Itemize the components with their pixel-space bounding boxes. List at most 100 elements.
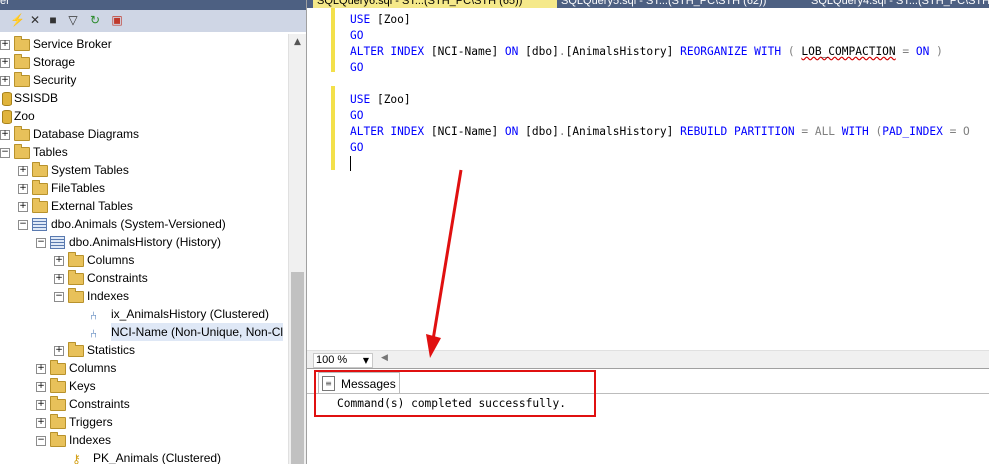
tree-node-label: System Tables — [51, 163, 129, 177]
refresh-icon[interactable]: ↻ — [88, 13, 102, 27]
scroll-left-icon[interactable]: ◀ — [381, 353, 388, 363]
code-token: [AnimalsHistory] — [565, 125, 681, 138]
code-token: ON — [504, 45, 526, 58]
collapse-icon[interactable]: − — [0, 148, 10, 158]
expand-icon[interactable]: + — [0, 40, 10, 50]
code-token: = — [801, 125, 815, 138]
tree-node-label: External Tables — [51, 199, 133, 213]
tree-node-label: SSISDB — [14, 91, 59, 105]
connect-icon[interactable]: ⚡ — [10, 13, 25, 27]
object-explorer-header: er — [0, 0, 306, 10]
index-icon: ⑃ — [90, 309, 98, 323]
folder-icon — [14, 144, 30, 159]
query-editor[interactable]: USE [Zoo] GO ALTER INDEX [NCI-Name] ON [db… — [307, 8, 989, 350]
code-line: USE [Zoo] — [350, 12, 411, 28]
code-token: GO — [350, 29, 364, 42]
tab-query[interactable]: SQLQuery5.sql - ST...(STH_PC\STH (62)) — [557, 0, 791, 8]
code-token: REBUILD PARTITION — [680, 125, 802, 138]
code-token: ) — [929, 45, 943, 58]
code-token: [dbo] — [525, 125, 559, 138]
code-token: PAD_INDEX — [882, 125, 950, 138]
folder-icon — [14, 72, 30, 87]
editor-horizontal-scrollbar[interactable]: 100 % ▼ ◀ — [307, 350, 989, 368]
tree-node-label: Constraints — [69, 397, 130, 411]
code-line: USE [Zoo] — [350, 92, 411, 108]
zoom-value: 100 % — [316, 354, 348, 366]
code-token: [Zoo] — [376, 13, 411, 26]
text-caret — [350, 156, 351, 171]
tree-node-label: Statistics — [87, 343, 136, 357]
folder-icon — [68, 288, 84, 303]
tab-query[interactable]: SQLQuery6.sql - ST...(STH_PC\STH (65)) — [313, 0, 557, 8]
collapse-icon[interactable]: − — [18, 220, 28, 230]
annotation-highlight-box — [314, 370, 596, 417]
code-token: ALTER INDEX — [350, 125, 431, 138]
change-bar — [331, 86, 335, 170]
change-bar — [331, 8, 335, 72]
activity-monitor-icon[interactable]: ▣ — [110, 13, 124, 27]
expand-icon[interactable]: + — [0, 76, 10, 86]
tree-node-label: Service Broker — [33, 37, 112, 51]
code-token: ALL — [814, 125, 842, 138]
object-explorer-scrollbar[interactable]: ▲ — [288, 34, 306, 464]
collapse-icon[interactable]: − — [36, 436, 46, 446]
chevron-down-icon[interactable]: ▼ — [363, 354, 369, 367]
scroll-thumb[interactable] — [291, 272, 304, 464]
database-icon — [2, 92, 12, 106]
folder-icon — [32, 198, 48, 213]
expand-icon[interactable]: + — [36, 364, 46, 374]
object-explorer-tree: + Service Broker + Storage + Security SSISDB Zo… — [0, 34, 286, 464]
tree-node-label: ix_AnimalsHistory (Clustered) — [111, 307, 270, 321]
folder-icon — [14, 54, 30, 69]
tree-node-label: Tables — [33, 145, 68, 159]
tree-node-label: Database Diagrams — [33, 127, 140, 141]
tree-node-label: Zoo — [14, 109, 35, 123]
code-line: GO — [350, 60, 363, 76]
key-icon: ⚷ — [72, 452, 81, 464]
stop-icon[interactable]: ■ — [46, 13, 60, 27]
scroll-up-icon[interactable]: ▲ — [289, 34, 306, 51]
expand-icon[interactable]: + — [54, 256, 64, 266]
code-line: GO — [350, 28, 363, 44]
expand-icon[interactable]: + — [36, 382, 46, 392]
code-token: [dbo] — [525, 45, 559, 58]
code-token: [Zoo] — [376, 93, 411, 106]
expand-icon[interactable]: + — [0, 130, 10, 140]
folder-icon — [68, 270, 84, 285]
code-token: GO — [350, 61, 364, 74]
code-token: ALTER INDEX — [350, 45, 431, 58]
collapse-icon[interactable]: − — [36, 238, 46, 248]
expand-icon[interactable]: + — [18, 166, 28, 176]
folder-icon — [50, 396, 66, 411]
filter-icon[interactable]: ▽ — [66, 13, 80, 27]
expand-icon[interactable]: + — [54, 274, 64, 284]
expand-icon[interactable]: + — [18, 184, 28, 194]
code-token: [NCI-Name] — [430, 45, 505, 58]
collapse-icon[interactable]: − — [54, 292, 64, 302]
zoom-select[interactable]: 100 % ▼ — [313, 353, 373, 368]
database-icon — [2, 110, 12, 124]
expand-icon[interactable]: + — [0, 58, 10, 68]
code-token: ON — [504, 125, 526, 138]
code-line: ALTER INDEX [NCI-Name] ON [dbo].[Animals… — [350, 44, 943, 60]
folder-icon — [68, 342, 84, 357]
folder-icon — [68, 252, 84, 267]
tree-node-label: Indexes — [69, 433, 112, 447]
tree-node-label: Keys — [69, 379, 96, 393]
tree-node-label: Storage — [33, 55, 76, 69]
object-explorer-title: er — [0, 0, 10, 7]
tab-query[interactable]: SQLQuery4.sql - ST...(STH_PC\STH — [807, 0, 989, 8]
tree-node-label: Triggers — [69, 415, 113, 429]
code-token: [AnimalsHistory] — [565, 45, 681, 58]
code-line: GO — [350, 140, 363, 156]
expand-icon[interactable]: + — [54, 346, 64, 356]
expand-icon[interactable]: + — [36, 418, 46, 428]
code-token: [NCI-Name] — [430, 125, 505, 138]
disconnect-icon[interactable]: ✕ — [28, 13, 42, 27]
expand-icon[interactable]: + — [36, 400, 46, 410]
folder-icon — [14, 126, 30, 141]
expand-icon[interactable]: + — [18, 202, 28, 212]
code-token: ON — [915, 45, 930, 58]
code-token: REORGANIZE WITH — [680, 45, 788, 58]
history-table-icon — [50, 236, 65, 249]
